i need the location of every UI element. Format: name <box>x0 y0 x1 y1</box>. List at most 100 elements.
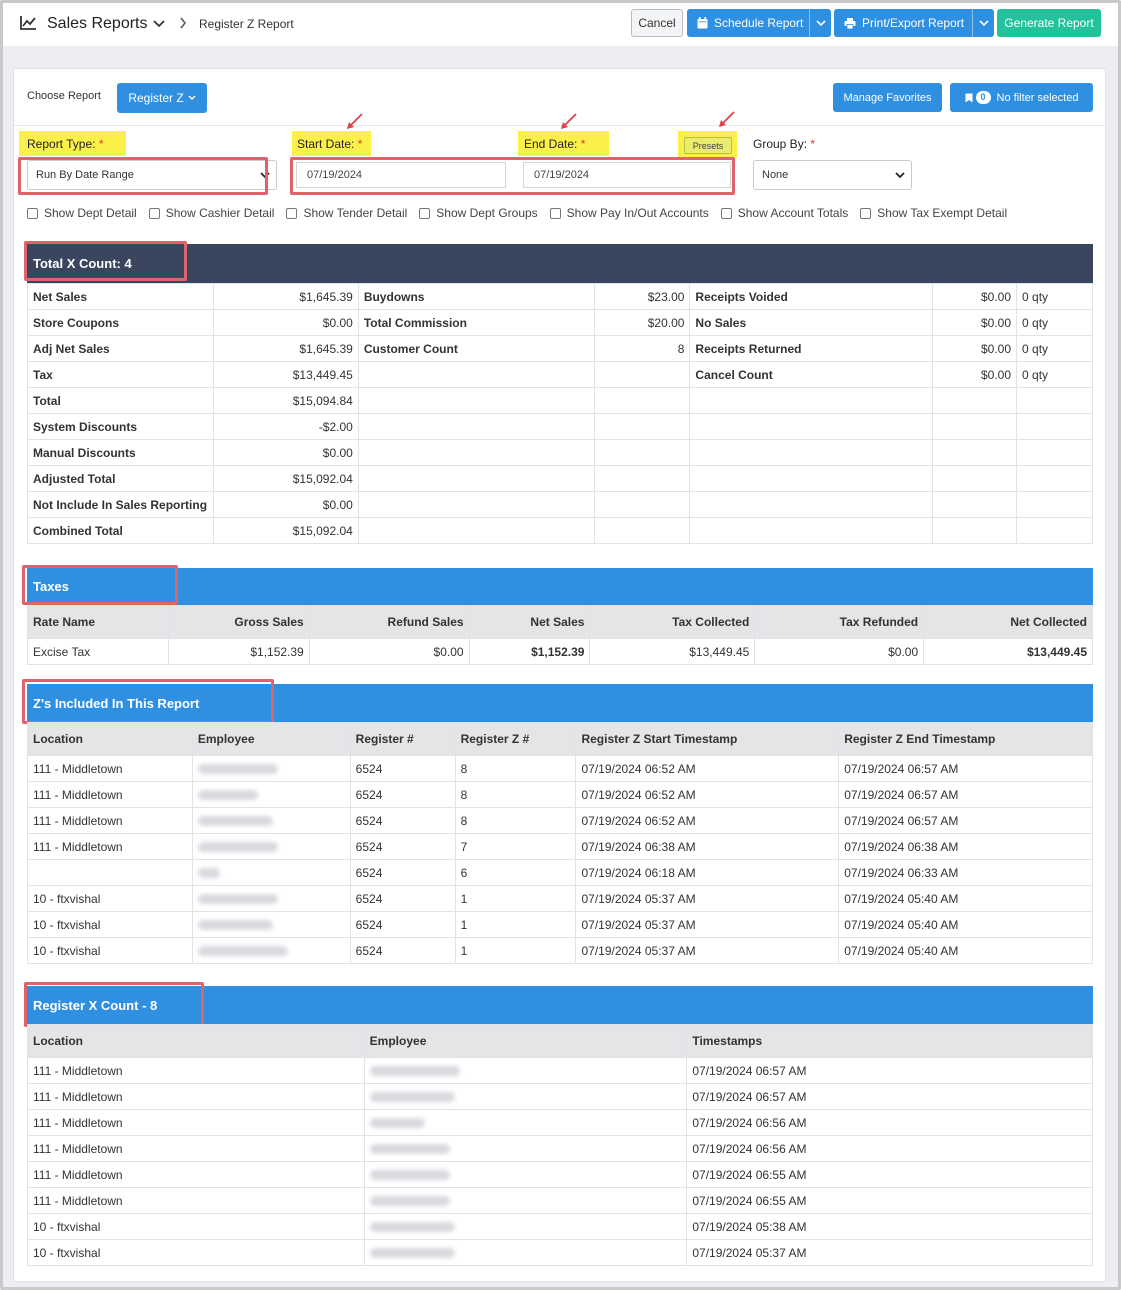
option-show-tender-detail[interactable]: Show Tender Detail <box>286 205 407 221</box>
table-cell <box>1016 439 1093 466</box>
chevron-down-icon[interactable] <box>809 9 831 37</box>
group-by-value: None <box>762 169 789 181</box>
checkbox[interactable] <box>148 207 160 219</box>
page-title[interactable]: Sales Reports <box>47 15 148 33</box>
table-cell: 8 <box>454 807 577 834</box>
column-header: Gross Sales <box>167 605 310 639</box>
table-row: 111 - Middletown 07/19/2024 06:56 AM <box>27 1135 1093 1162</box>
cancel-button[interactable]: Cancel <box>631 9 683 37</box>
table-cell: 0 qty <box>1016 283 1093 310</box>
table-cell: 10 - ftxvishal <box>27 911 193 938</box>
start-date-label: Start Date: * <box>297 137 362 151</box>
option-show-pay-in-out[interactable]: Show Pay In/Out Accounts <box>549 205 709 221</box>
option-show-dept-detail[interactable]: Show Dept Detail <box>27 205 137 221</box>
redacted-text <box>369 1170 450 1181</box>
table-cell: $0.00 <box>932 283 1018 310</box>
table-cell: 111 - Middletown <box>27 833 193 860</box>
table-cell: 111 - Middletown <box>27 1083 365 1110</box>
redacted-text <box>369 1196 450 1207</box>
table-cell: 6 <box>454 859 577 886</box>
table-cell <box>932 491 1018 518</box>
table-cell <box>593 413 691 440</box>
table-cell: System Discounts <box>27 413 214 440</box>
table-cell <box>1016 387 1093 414</box>
table-cell <box>593 361 691 388</box>
table-row: 10 - ftxvishal 6524 1 07/19/2024 05:37 AM 07… <box>27 911 1093 938</box>
table-cell: Receipts Voided <box>689 283 934 310</box>
table-cell <box>932 465 1018 492</box>
group-by-select[interactable]: None <box>753 160 912 190</box>
presets-button[interactable]: Presets <box>684 137 732 154</box>
filter-count-badge: 0 <box>975 91 991 104</box>
table-cell: Adj Net Sales <box>27 335 214 362</box>
option-show-dept-groups[interactable]: Show Dept Groups <box>419 205 538 221</box>
report-select-button[interactable]: Register Z <box>117 83 207 113</box>
print-export-button[interactable]: Print/Export Report <box>834 9 994 37</box>
group-by-label: Group By: * <box>753 137 815 151</box>
redacted-employee-cell <box>191 937 351 964</box>
filter-label: No filter selected <box>996 91 1079 104</box>
checkbox[interactable] <box>27 207 38 219</box>
option-label: Show Account Totals <box>737 206 849 220</box>
arrow-annotation-icon <box>347 113 363 129</box>
option-show-cashier-detail[interactable]: Show Cashier Detail <box>148 205 274 221</box>
redacted-employee-cell <box>363 1109 688 1136</box>
table-cell: $1,152.39 <box>167 638 310 665</box>
manage-favorites-button[interactable]: Manage Favorites <box>833 83 942 112</box>
table-cell: 07/19/2024 05:37 AM <box>575 911 840 938</box>
column-header: Refund Sales <box>308 605 470 639</box>
chevron-down-icon <box>895 170 905 182</box>
generate-report-label: Generate Report <box>1004 16 1094 30</box>
table-cell: Tax <box>27 361 214 388</box>
table-cell: $0.00 <box>212 439 359 466</box>
option-label: Show Dept Detail <box>44 206 137 220</box>
table-cell: Not Include In Sales Reporting <box>27 491 214 518</box>
generate-report-button[interactable]: Generate Report <box>997 9 1101 37</box>
table-row: 10 - ftxvishal 07/19/2024 05:37 AM <box>27 1239 1093 1266</box>
redacted-employee-cell <box>191 859 351 886</box>
table-cell: Combined Total <box>27 517 214 544</box>
redacted-employee-cell <box>363 1083 688 1110</box>
calendar-icon <box>697 17 708 29</box>
table-cell: Total Commission <box>357 309 595 336</box>
redacted-text <box>197 764 278 775</box>
table-row: Adj Net Sales $1,645.39 Customer Count 8 Rec… <box>27 335 1093 362</box>
table-cell: 6524 <box>349 937 456 964</box>
checkbox[interactable] <box>286 207 298 219</box>
table-cell: 07/19/2024 05:37 AM <box>686 1239 1093 1266</box>
redacted-employee-cell <box>191 885 351 912</box>
checkbox[interactable] <box>860 207 872 219</box>
presets-label: Presets <box>692 140 724 151</box>
chevron-down-icon[interactable] <box>153 18 165 32</box>
table-row: Excise Tax $1,152.39 $0.00 $1,152.39 $13,449… <box>27 638 1093 665</box>
table-row: Manual Discounts $0.00 <box>27 439 1093 466</box>
report-type-label-text: Report Type: <box>27 137 96 151</box>
chevron-down-icon[interactable] <box>972 9 994 37</box>
redacted-employee-cell <box>191 807 351 834</box>
option-show-account-totals[interactable]: Show Account Totals <box>720 205 849 221</box>
redacted-employee-cell <box>363 1161 688 1188</box>
table-cell: No Sales <box>689 309 934 336</box>
chevron-down-icon <box>188 95 196 101</box>
checkbox[interactable] <box>549 207 561 219</box>
redacted-text <box>369 1092 455 1103</box>
table-cell: 6524 <box>349 885 456 912</box>
table-cell: 111 - Middletown <box>27 781 193 808</box>
checkbox[interactable] <box>720 207 732 219</box>
arrow-annotation-icon <box>561 113 577 129</box>
schedule-report-button[interactable]: Schedule Report <box>687 9 831 37</box>
option-show-tax-exempt[interactable]: Show Tax Exempt Detail <box>860 205 1007 221</box>
choose-report-label: Choose Report <box>27 90 101 102</box>
filter-button[interactable]: 0 No filter selected <box>950 83 1093 112</box>
table-cell <box>593 387 691 414</box>
end-date-label-text: End Date: <box>524 137 578 151</box>
column-header: Employee <box>363 1024 688 1058</box>
column-header: Tax Collected <box>589 605 756 639</box>
table-cell: 07/19/2024 06:57 AM <box>838 781 1093 808</box>
table-cell <box>689 517 934 544</box>
table-cell <box>357 387 595 414</box>
table-cell: $0.00 <box>754 638 925 665</box>
checkbox[interactable] <box>419 207 431 219</box>
table-cell: $0.00 <box>308 638 470 665</box>
table-row: 6524 6 07/19/2024 06:18 AM 07/19/2024 06:33… <box>27 859 1093 886</box>
